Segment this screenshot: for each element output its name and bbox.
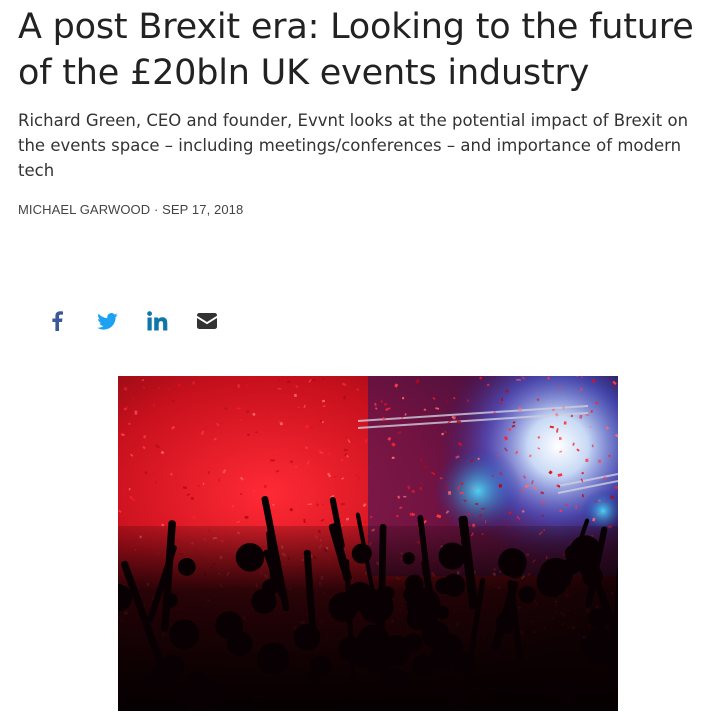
page-bottom-edge: [0, 711, 722, 723]
byline-separator: ·: [153, 202, 159, 217]
author-name[interactable]: MICHAEL GARWOOD: [18, 202, 150, 217]
facebook-icon: [52, 311, 63, 331]
share-facebook-button[interactable]: [32, 308, 82, 334]
article-headline: A post Brexit era: Looking to the future…: [18, 7, 694, 93]
byline: MICHAEL GARWOOD · SEP 17, 2018: [18, 202, 718, 218]
share-twitter-button[interactable]: [82, 308, 132, 334]
email-icon: [197, 313, 217, 329]
share-bar: [32, 308, 232, 334]
publish-date: SEP 17, 2018: [162, 202, 244, 217]
share-email-button[interactable]: [182, 308, 232, 334]
concert-photo: [118, 376, 618, 711]
twitter-icon: [96, 312, 118, 330]
share-linkedin-button[interactable]: [132, 308, 182, 334]
article-dek: Richard Green, CEO and founder, Evvnt lo…: [18, 111, 689, 180]
linkedin-icon: [146, 311, 167, 331]
article-header: A post Brexit era: Looking to the future…: [18, 0, 718, 218]
hero-image: [118, 376, 618, 711]
